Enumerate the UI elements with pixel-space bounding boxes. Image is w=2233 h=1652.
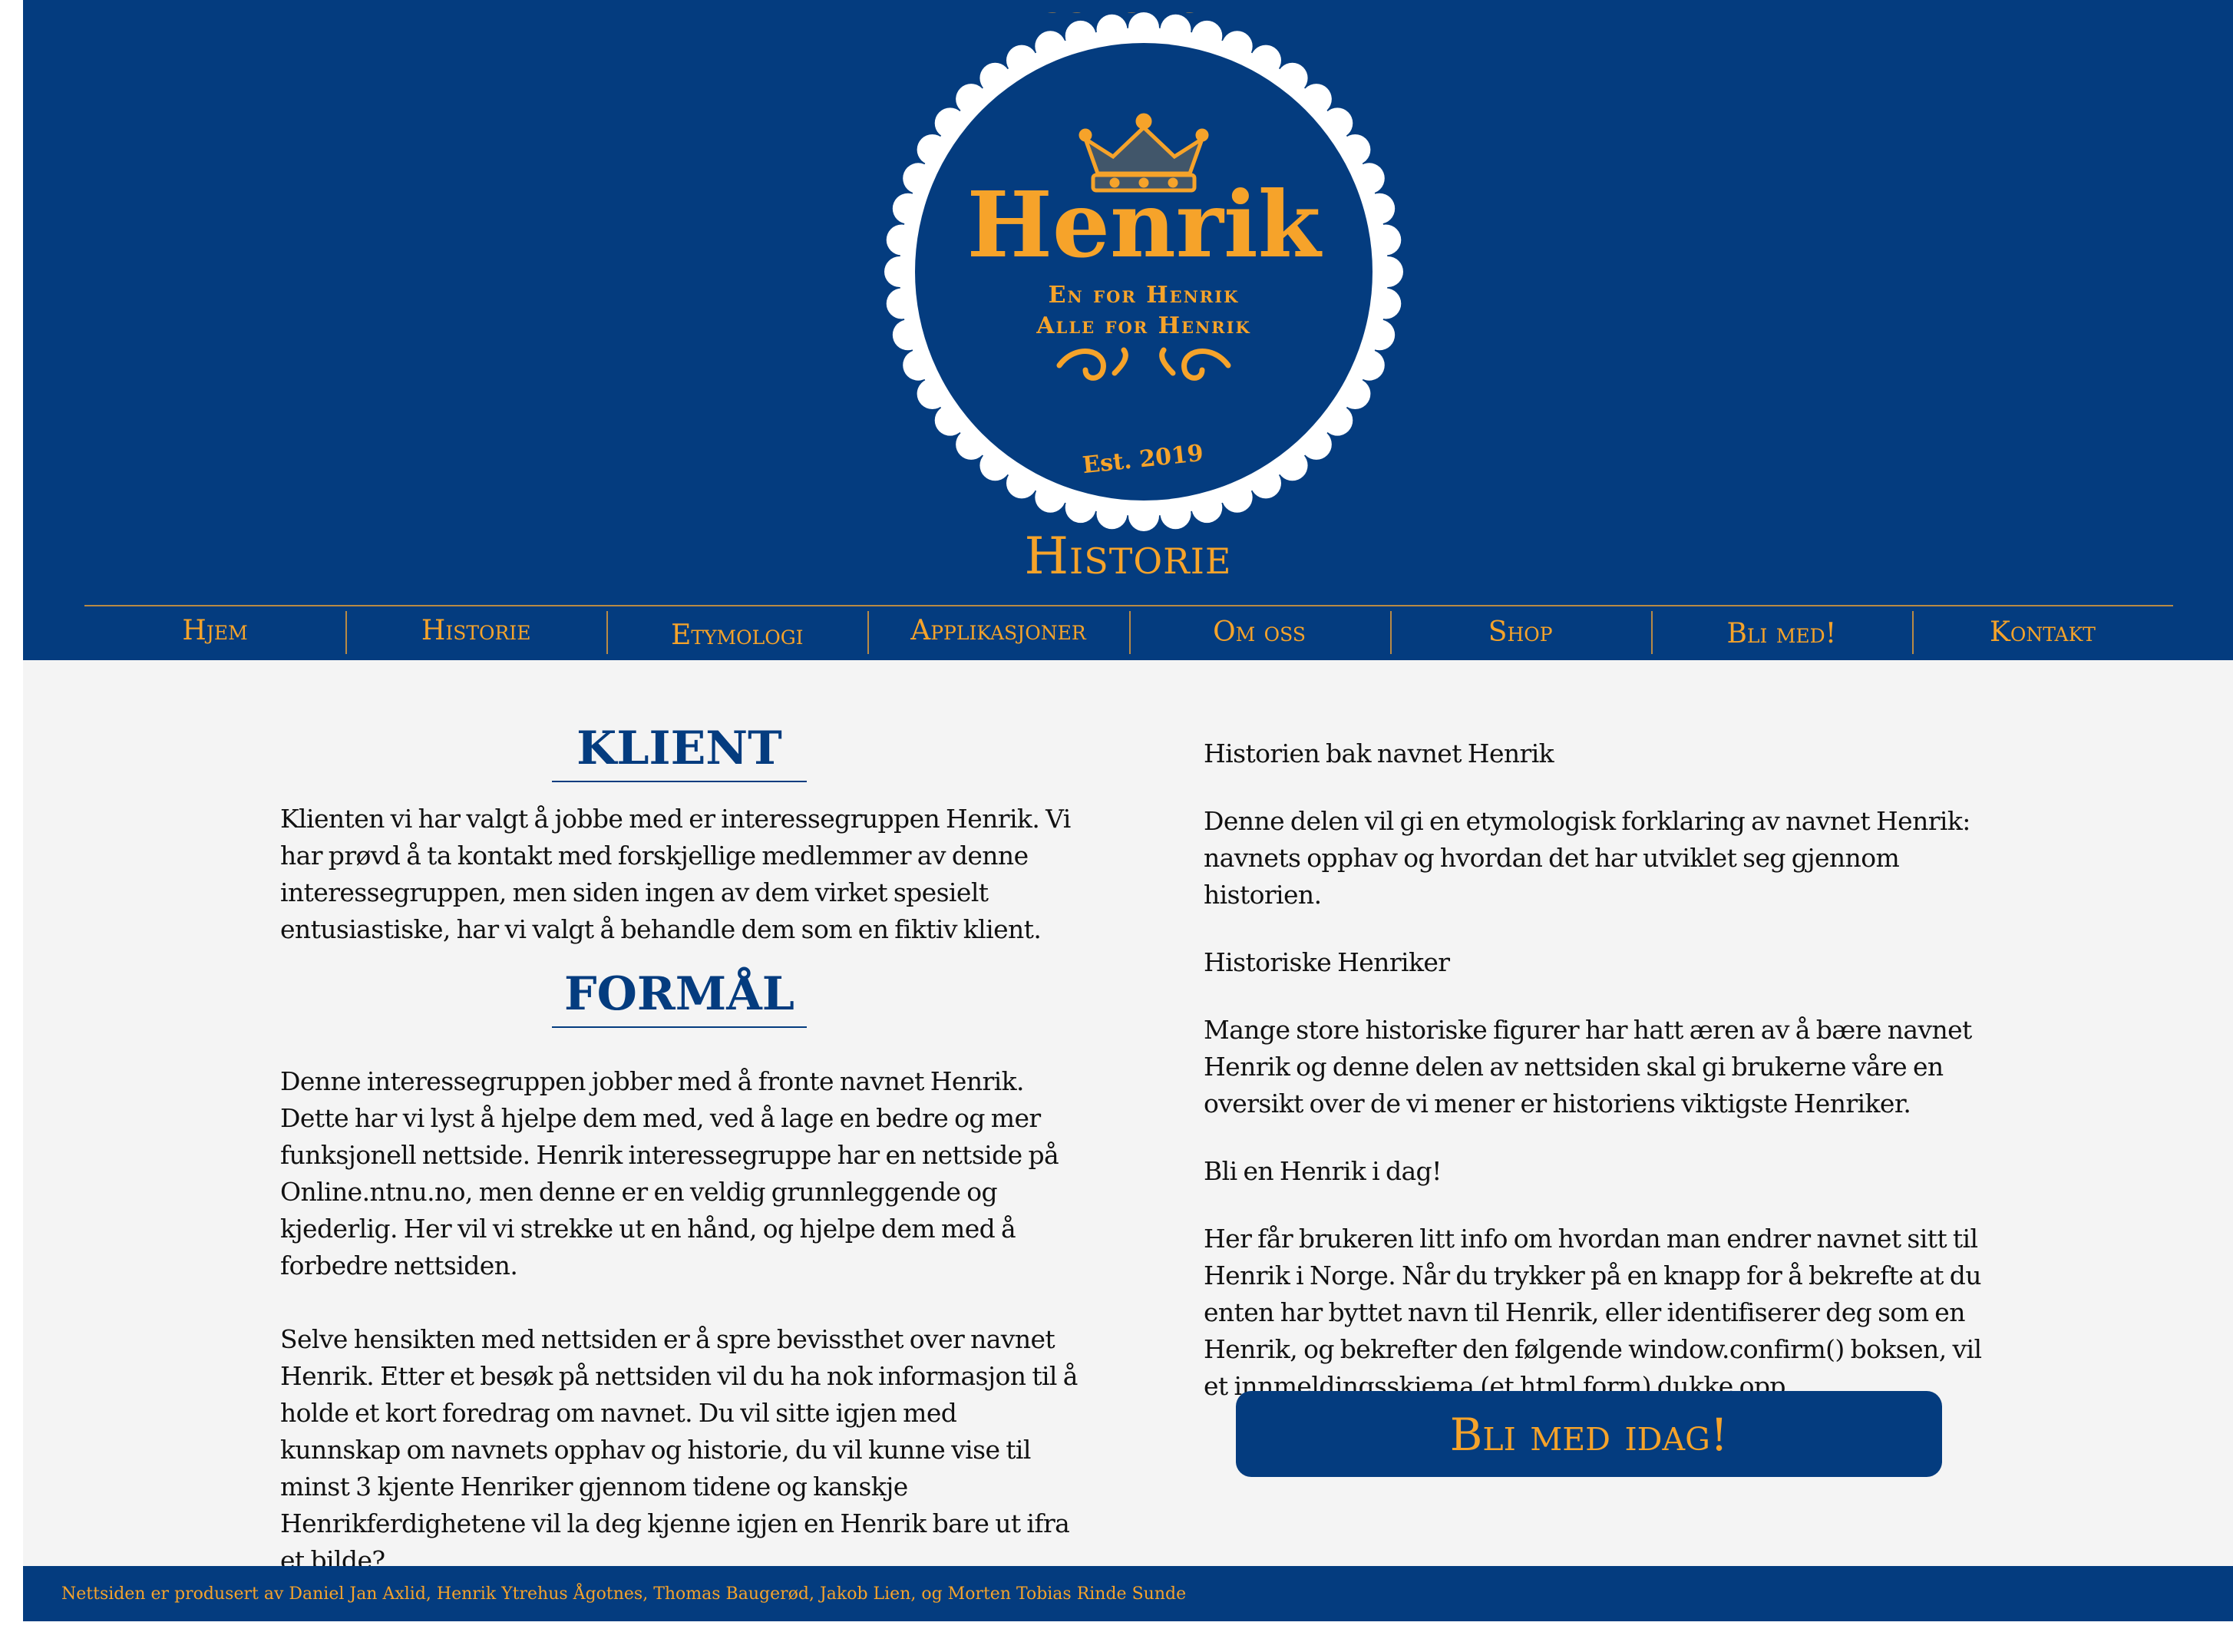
klient-text: Klienten vi har valgt å jobbe med er int… <box>280 804 1071 944</box>
nav-item-etymologi[interactable]: Etymologi <box>606 608 867 659</box>
nav-item-applikasjoner[interactable]: Applikasjoner <box>867 608 1128 659</box>
nav-item-historie[interactable]: Historie <box>345 608 606 659</box>
page-title: Historie <box>1024 527 1232 586</box>
footer-credits: Nettsiden er produsert av Daniel Jan Axl… <box>61 1584 1187 1604</box>
logo-arc-text: INTERESSEGRUPPEN <box>884 12 1316 21</box>
join-today-button[interactable]: Bli med idag! <box>1236 1391 1942 1477</box>
logo-name: Henrik <box>966 171 1322 278</box>
formal-text-2: Selve hensikten med nettsiden er å spre … <box>280 1324 1078 1575</box>
bli-henrik-description: Her får brukeren litt info om hvordan ma… <box>1204 1224 1982 1401</box>
bli-henrik-subheading: Bli en Henrik i dag! <box>1204 1156 1442 1186</box>
logo-motto-line2: Alle for Henrik <box>1036 312 1250 339</box>
nav-item-bli-med[interactable]: Bli med! <box>1650 608 1912 659</box>
historiske-subheading: Historiske Henriker <box>1204 947 1450 977</box>
main-content: KLIENT Klienten vi har valgt å jobbe med… <box>23 660 2233 1575</box>
klient-heading-rule <box>552 781 807 782</box>
formal-heading-rule <box>552 1026 807 1028</box>
site-footer: Nettsiden er produsert av Daniel Jan Axl… <box>23 1566 2233 1621</box>
page-frame: INTERESSEGRUPPEN Henrik En for Henrik Al… <box>23 0 2233 1621</box>
formal-text-1: Denne interessegruppen jobber med å fron… <box>280 1066 1059 1280</box>
historiske-description: Mange store historiske figurer har hatt … <box>1204 1015 1972 1118</box>
left-column: KLIENT Klienten vi har valgt å jobbe med… <box>280 660 1079 1579</box>
nav-item-hjem[interactable]: Hjem <box>84 608 345 659</box>
etymologi-description: Denne delen vil gi en etymologisk forkla… <box>1204 806 1970 910</box>
historie-subheading: Historien bak navnet Henrik <box>1204 738 1554 768</box>
nav-item-kontakt[interactable]: Kontakt <box>1911 608 2173 659</box>
main-nav: Hjem Historie Etymologi Applikasjoner Om… <box>84 608 2173 659</box>
right-column: Historien bak navnet Henrik Denne delen … <box>1204 660 2002 1405</box>
nav-divider <box>84 605 2173 606</box>
logo-badge: INTERESSEGRUPPEN Henrik En for Henrik Al… <box>884 12 1403 531</box>
nav-item-om-oss[interactable]: Om oss <box>1128 608 1390 659</box>
klient-heading: KLIENT <box>576 722 782 775</box>
logo-motto-line1: En for Henrik <box>1049 282 1240 309</box>
site-header: INTERESSEGRUPPEN Henrik En for Henrik Al… <box>23 0 2233 660</box>
nav-item-shop[interactable]: Shop <box>1389 608 1651 659</box>
formal-heading: FORMÅL <box>564 967 794 1021</box>
henrik-logo[interactable]: INTERESSEGRUPPEN Henrik En for Henrik Al… <box>884 12 1403 531</box>
